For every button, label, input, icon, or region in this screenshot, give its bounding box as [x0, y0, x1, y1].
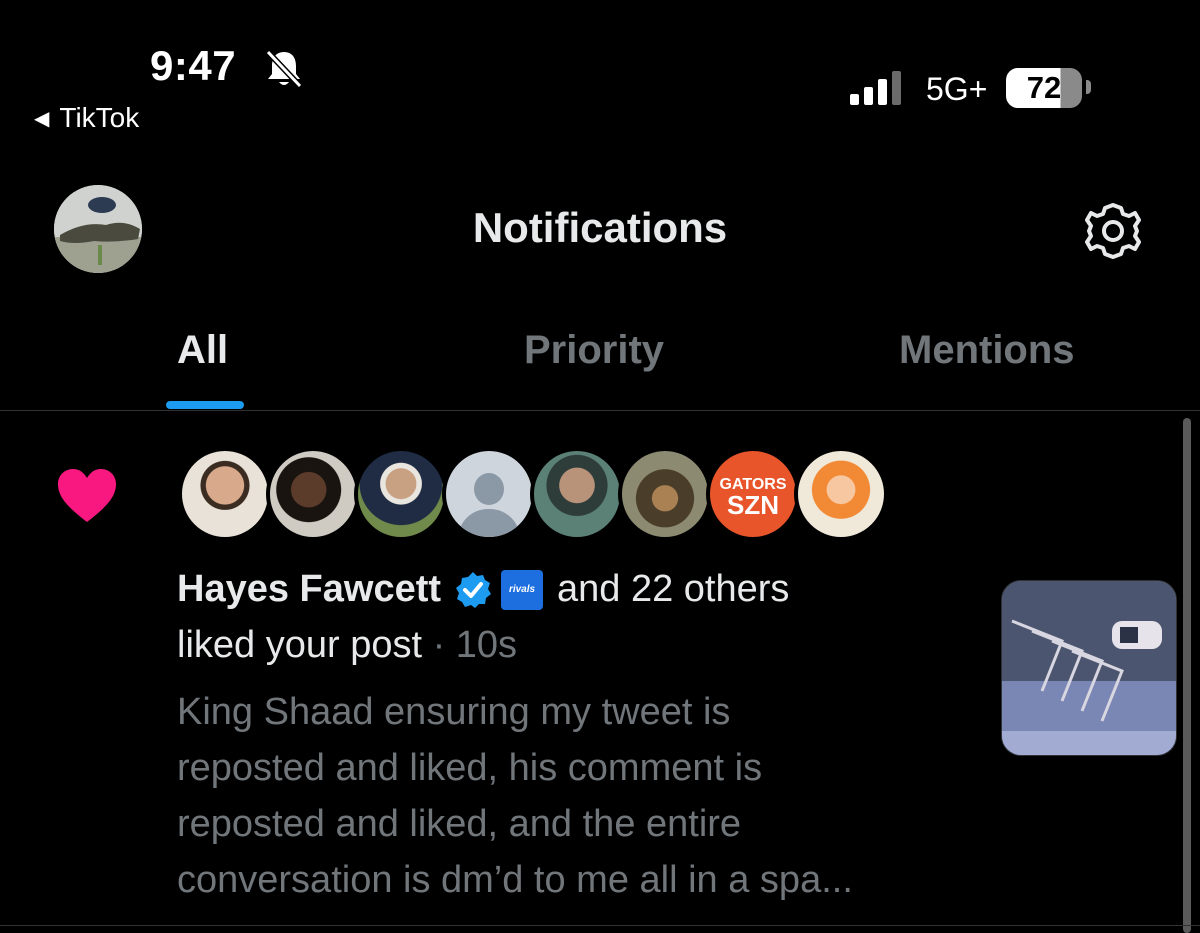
tab-all[interactable]: All [177, 328, 228, 373]
szn-logo-text: SZN [727, 490, 779, 520]
liker-avatar[interactable] [266, 447, 360, 541]
active-tab-indicator [166, 401, 244, 409]
default-avatar[interactable] [442, 447, 536, 541]
verified-badge-icon [456, 571, 492, 608]
post-preview-text[interactable]: King Shaad ensuring my tweet is reposted… [177, 684, 937, 908]
tab-mentions[interactable]: Mentions [899, 328, 1075, 373]
preview-line: conversation is dm’d to me all in a spa.… [177, 859, 853, 901]
back-app-label: TikTok [59, 102, 140, 133]
back-arrow-icon: ◀ [34, 107, 50, 130]
status-time: 9:47 [150, 42, 237, 89]
preview-line: reposted and liked, and the entire [177, 803, 742, 845]
network-type: 5G+ [926, 71, 988, 107]
signal-strength-icon [850, 71, 901, 105]
scrollbar[interactable] [1183, 418, 1191, 933]
liker-avatar[interactable] [794, 447, 888, 541]
battery-level: 72 [1026, 70, 1062, 105]
actor-name[interactable]: Hayes Fawcett [177, 568, 441, 611]
liker-avatar[interactable] [618, 447, 712, 541]
person-placeholder-icon [474, 473, 504, 505]
notification-actors: Hayes Fawcett rivals and 22 others [177, 568, 789, 611]
page-title: Notifications [472, 204, 728, 251]
liker-avatar[interactable] [530, 447, 624, 541]
bell-muted-icon [265, 49, 303, 89]
person-placeholder-body [458, 509, 520, 537]
divider [0, 925, 1200, 926]
action-text: liked your post [177, 624, 423, 666]
tab-priority[interactable]: Priority [524, 328, 664, 373]
liker-avatar[interactable] [178, 447, 272, 541]
liker-avatar[interactable] [354, 447, 448, 541]
preview-line: reposted and liked, his comment is [177, 747, 763, 789]
others-count[interactable]: and 22 others [557, 568, 789, 611]
post-media-thumbnail[interactable] [1001, 580, 1177, 756]
back-to-app-link[interactable]: ◀ TikTok [34, 102, 139, 134]
gators-szn-avatar[interactable]: GATORS SZN [706, 447, 800, 541]
preview-line: King Shaad ensuring my tweet is [177, 691, 731, 733]
notification-action: liked your post · 10s [177, 624, 517, 667]
settings-gear-icon[interactable] [1082, 200, 1144, 262]
notification-tabs: All Priority Mentions [0, 318, 1200, 411]
thumbnail-image [1002, 581, 1176, 755]
battery-tip [1086, 80, 1091, 94]
notification-time: · 10s [432, 624, 518, 666]
affiliate-badge: rivals [501, 569, 544, 610]
battery-indicator: 72 [1006, 68, 1082, 108]
heart-icon [58, 469, 116, 522]
